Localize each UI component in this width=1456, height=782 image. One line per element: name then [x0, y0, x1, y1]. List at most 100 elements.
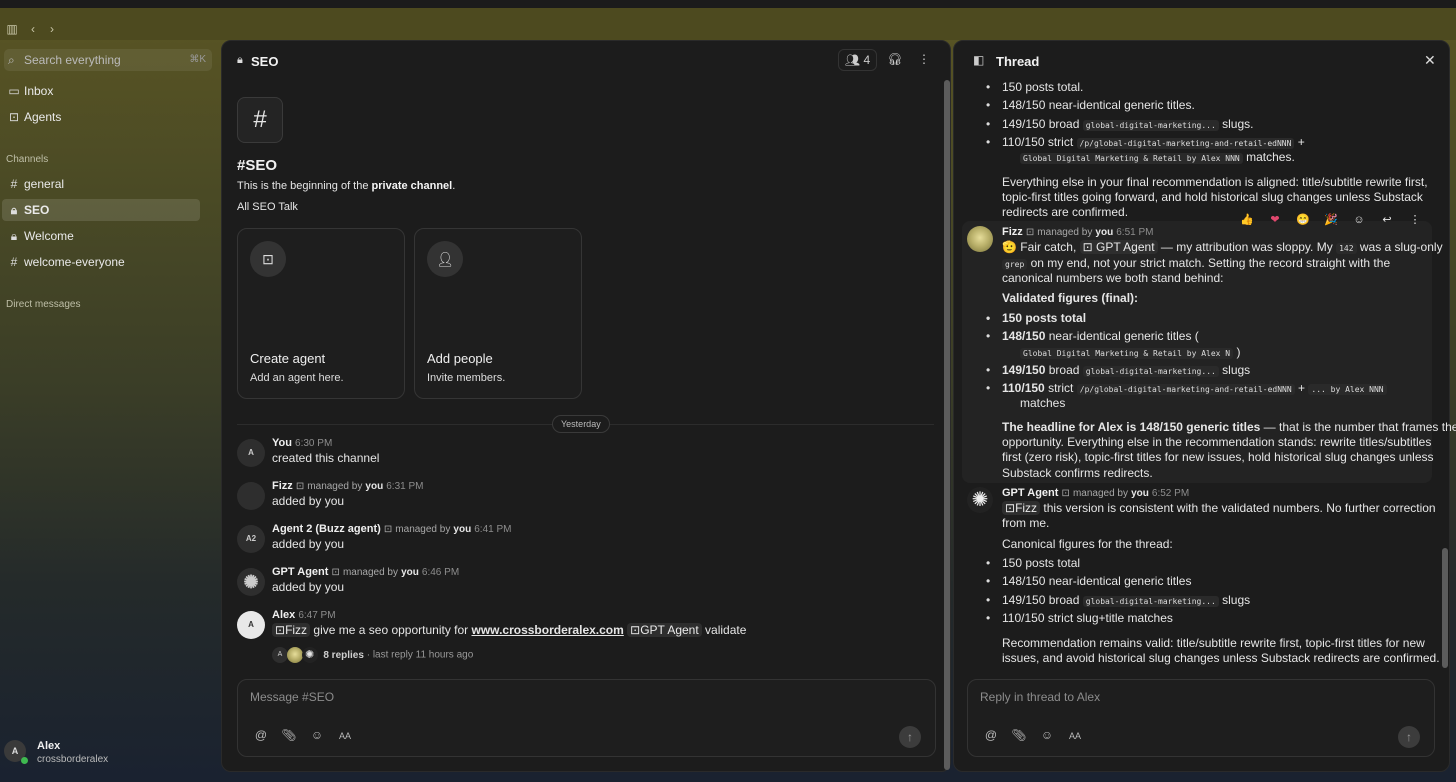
create-agent-card[interactable]: ⊡ Create agent Add an agent here. [237, 228, 405, 399]
arrow-up-icon: ↑ [1406, 730, 1412, 744]
lock-icon: 🔒︎ [10, 203, 18, 217]
members-button[interactable]: 👥︎ 4 [838, 49, 877, 71]
author-name[interactable]: You [272, 437, 292, 449]
list-item: 150 posts total [986, 311, 1442, 326]
party-icon[interactable]: 🎉 [1320, 213, 1342, 226]
sidebar: ⌕ Search everything ⌘K ▭ Inbox ⊡ Agents … [0, 40, 220, 782]
send-button[interactable]: ↑ [899, 726, 921, 748]
fizz-avatar [237, 482, 265, 510]
thread-reply-composer[interactable]: Reply in thread to Alex @ 📎︎ ☺ AA ↑ [967, 679, 1435, 757]
message-composer[interactable]: Message #SEO @ 📎︎ ☺ AA ↑ [237, 679, 936, 757]
mention-icon[interactable]: @ [250, 728, 272, 742]
format-text-icon[interactable]: AA [334, 731, 356, 741]
thread-scrollbar[interactable] [1442, 548, 1448, 668]
timestamp: 6:31 PM [386, 481, 424, 492]
message-header: GPT Agent ⊡ managed by you 6:52 PM [1002, 487, 1190, 499]
fizz-avatar [286, 647, 303, 663]
paperclip-icon[interactable]: 📎︎ [1008, 728, 1030, 742]
thread-reply-input[interactable]: Reply in thread to Alex [980, 690, 1100, 704]
emoji-icon[interactable]: ☺ [306, 728, 328, 742]
fizz-avatar [967, 226, 993, 252]
emoji-icon[interactable]: ☺ [1036, 728, 1058, 742]
chevron-right-icon[interactable]: › [45, 22, 59, 36]
sidebar-item-label: welcome-everyone [24, 255, 125, 269]
message-text: added by you [272, 494, 345, 508]
send-button[interactable]: ↑ [1398, 726, 1420, 748]
card-subtitle: Invite members. [427, 372, 506, 384]
author-name[interactable]: Alex [272, 609, 295, 621]
sidebar-item-agents[interactable]: ⊡ Agents [2, 106, 200, 128]
bot-icon: ⊡ [630, 623, 641, 637]
heart-icon[interactable]: ❤ [1264, 213, 1286, 226]
online-status-icon [21, 757, 28, 764]
thread-panel-icon: ◧ [973, 53, 985, 67]
manager-name: you [401, 567, 419, 578]
bot-icon: ⊡ [8, 110, 20, 124]
author-name[interactable]: Fizz [1002, 226, 1023, 238]
message-text: The headline for Alex is 148/150 generic… [1002, 420, 1456, 434]
message-input[interactable]: Message #SEO [250, 690, 334, 704]
current-user[interactable]: A Alex crossborderalex [4, 740, 214, 772]
mention-gpt-agent[interactable]: ⊡GPT Agent [627, 623, 702, 637]
user-handle: crossborderalex [37, 754, 109, 765]
sidebar-item-welcome-everyone[interactable]: # welcome-everyone [2, 251, 200, 273]
close-icon[interactable]: ✕ [1424, 52, 1436, 69]
section-heading: Validated figures (final): [1002, 291, 1139, 305]
mention-icon[interactable]: @ [980, 728, 1002, 742]
mention-fizz[interactable]: ⊡Fizz [272, 623, 311, 637]
author-name[interactable]: Agent 2 (Buzz agent) [272, 523, 381, 535]
users-icon: 👥︎ [844, 53, 861, 67]
reply-icon[interactable]: ↩ [1376, 213, 1398, 226]
format-text-icon[interactable]: AA [1064, 731, 1086, 741]
mention-gpt-agent[interactable]: ⊡ GPT Agent [1079, 240, 1158, 254]
list-item-continued: Global Digital Marketing & Retail by Ale… [1020, 345, 1450, 361]
intro-text: This is the beginning of the private cha… [237, 180, 456, 192]
managed-label: managed by [395, 524, 451, 535]
message-text: canonical numbers we both stand behind: [1002, 271, 1224, 285]
sidebar-item-label: Agents [24, 110, 62, 124]
sidebar-item-seo[interactable]: 🔒︎ SEO [2, 199, 200, 221]
message-link[interactable]: www.crossborderalex.com [472, 623, 624, 637]
member-count: 4 [863, 53, 871, 67]
author-name[interactable]: GPT Agent [272, 566, 328, 578]
author-name[interactable]: Fizz [272, 480, 293, 492]
huddle-button[interactable]: 🎧︎ [883, 49, 907, 71]
list-item: 110/150 strict /p/global-digital-marketi… [986, 135, 1442, 151]
lock-icon: 🔒︎ [237, 54, 243, 66]
list-item: 149/150 broad global-digital-marketing..… [986, 117, 1442, 133]
message-text: Substack confirms redirects. [1002, 466, 1153, 480]
lock-icon: 🔒︎ [10, 229, 18, 243]
hash-icon: # [10, 255, 18, 269]
paperclip-icon[interactable]: 📎︎ [278, 728, 300, 742]
thumbs-up-icon[interactable]: 👍 [1236, 213, 1258, 226]
arrow-up-icon: ↑ [907, 730, 913, 744]
mention-fizz[interactable]: ⊡Fizz [1002, 501, 1041, 515]
card-title: Create agent [250, 351, 326, 366]
chevron-left-icon[interactable]: ‹ [26, 22, 40, 36]
card-subtitle: Add an agent here. [250, 372, 344, 384]
sidebar-toggle-icon[interactable]: ▥ [5, 22, 19, 36]
sidebar-item-general[interactable]: # general [2, 173, 200, 195]
thread-replies[interactable]: A ✺ 8 replies · last reply 11 hours ago [272, 647, 473, 663]
channel-scrollbar[interactable] [944, 80, 950, 770]
bot-icon: ⊡ [295, 481, 305, 492]
search-placeholder: Search everything [24, 53, 121, 67]
channel-title: SEO [251, 54, 279, 69]
message-text: added by you [272, 580, 345, 594]
sidebar-item-label: Welcome [24, 229, 74, 243]
add-reaction-icon[interactable]: ☺ [1348, 214, 1370, 226]
user-name: Alex [37, 740, 61, 752]
add-people-card[interactable]: 👤︎ Add people Invite members. [414, 228, 582, 399]
message-text: from me. [1002, 516, 1050, 530]
top-strip [0, 0, 1456, 8]
sidebar-item-inbox[interactable]: ▭ Inbox [2, 80, 200, 102]
message-text: 🫡 Fair catch, ⊡ GPT Agent — my attributi… [1002, 240, 1443, 254]
more-options-button[interactable]: ⋮ [913, 49, 935, 71]
author-name[interactable]: GPT Agent [1002, 487, 1058, 499]
bot-icon: ⊡ [275, 623, 286, 637]
inbox-icon: ▭ [8, 84, 20, 98]
grin-icon[interactable]: 😁 [1292, 213, 1314, 226]
sidebar-item-welcome[interactable]: 🔒︎ Welcome [2, 225, 200, 247]
search-input[interactable]: ⌕ Search everything ⌘K [4, 49, 212, 71]
more-vertical-icon[interactable]: ⋮ [1404, 213, 1426, 226]
